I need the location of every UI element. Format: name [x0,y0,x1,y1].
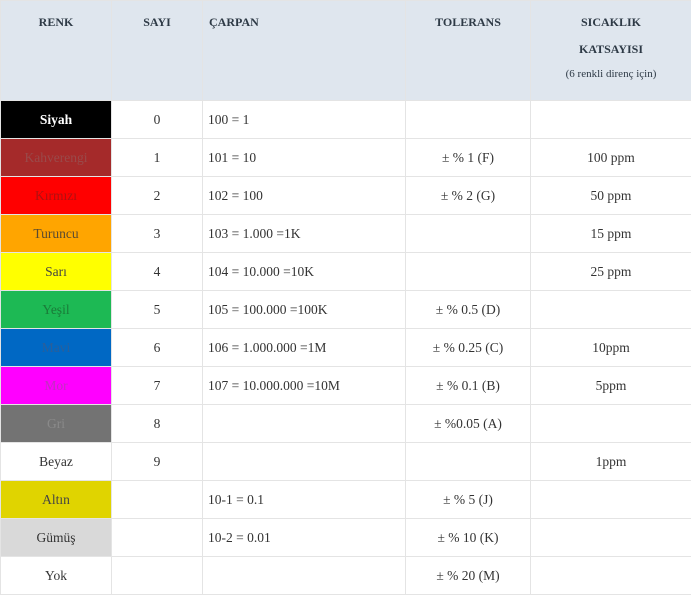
color-name-cell: Mor [1,367,112,405]
temperature-coefficient-cell [531,291,691,329]
color-name-cell: Kahverengi [1,139,112,177]
tolerance-cell [406,215,531,253]
multiplier-cell: 106 = 1.000.000 =1M [203,329,406,367]
tolerance-cell [406,101,531,139]
table-row: Beyaz9 1ppm [1,443,691,481]
color-name-cell: Altın [1,481,112,519]
temperature-coefficient-cell [531,405,691,443]
digit-cell: 2 [112,177,203,215]
color-name-cell: Siyah [1,101,112,139]
digit-cell: 8 [112,405,203,443]
table-row: Yeşil5105 = 100.000 =100K± % 0.5 (D) [1,291,691,329]
multiplier-cell: 104 = 10.000 =10K [203,253,406,291]
tolerance-cell: ± % 2 (G) [406,177,531,215]
table-header: RENK SAYI ÇARPAN TOLERANS SICAKLIK KATSA… [1,1,691,101]
digit-cell [112,481,203,519]
multiplier-cell: 100 = 1 [203,101,406,139]
header-temp-note: (6 renkli direnç için) [535,63,687,85]
digit-cell [112,557,203,595]
header-tolerance: TOLERANS [406,1,531,101]
tolerance-cell: ± % 0.5 (D) [406,291,531,329]
table-row: Gri8 ± %0.05 (A) [1,405,691,443]
multiplier-cell: 101 = 10 [203,139,406,177]
multiplier-cell [203,557,406,595]
temperature-coefficient-cell: 15 ppm [531,215,691,253]
multiplier-cell: 103 = 1.000 =1K [203,215,406,253]
color-name-cell: Gri [1,405,112,443]
header-number: SAYI [112,1,203,101]
header-temp-line1: SICAKLIK [581,15,641,29]
header-temp-line2: KATSAYISI [579,42,643,56]
multiplier-cell: 107 = 10.000.000 =10M [203,367,406,405]
temperature-coefficient-cell [531,481,691,519]
digit-cell: 7 [112,367,203,405]
temperature-coefficient-cell: 5ppm [531,367,691,405]
temperature-coefficient-cell: 50 ppm [531,177,691,215]
tolerance-cell: ± % 0.25 (C) [406,329,531,367]
digit-cell: 9 [112,443,203,481]
table-row: Altın 10-1 = 0.1± % 5 (J) [1,481,691,519]
multiplier-cell: 10-1 = 0.1 [203,481,406,519]
digit-cell: 0 [112,101,203,139]
multiplier-cell [203,443,406,481]
tolerance-cell [406,443,531,481]
table-row: Siyah0100 = 1 [1,101,691,139]
color-name-cell: Beyaz [1,443,112,481]
table-row: Gümüş 10-2 = 0.01± % 10 (K) [1,519,691,557]
tolerance-cell: ± % 5 (J) [406,481,531,519]
color-name-cell: Turuncu [1,215,112,253]
resistor-color-code-table: RENK SAYI ÇARPAN TOLERANS SICAKLIK KATSA… [0,0,691,595]
temperature-coefficient-cell [531,519,691,557]
digit-cell [112,519,203,557]
temperature-coefficient-cell: 10ppm [531,329,691,367]
temperature-coefficient-cell [531,101,691,139]
table-row: Mavi6106 = 1.000.000 =1M± % 0.25 (C)10pp… [1,329,691,367]
tolerance-cell: ± % 20 (M) [406,557,531,595]
color-name-cell: Sarı [1,253,112,291]
color-name-cell: Yeşil [1,291,112,329]
digit-cell: 1 [112,139,203,177]
digit-cell: 4 [112,253,203,291]
color-name-cell: Yok [1,557,112,595]
multiplier-cell: 102 = 100 [203,177,406,215]
color-name-cell: Gümüş [1,519,112,557]
digit-cell: 3 [112,215,203,253]
table-row: Mor7107 = 10.000.000 =10M± % 0.1 (B)5ppm [1,367,691,405]
temperature-coefficient-cell: 1ppm [531,443,691,481]
tolerance-cell: ± % 1 (F) [406,139,531,177]
header-row: RENK SAYI ÇARPAN TOLERANS SICAKLIK KATSA… [1,1,691,101]
table-row: Sarı4104 = 10.000 =10K 25 ppm [1,253,691,291]
tolerance-cell [406,253,531,291]
temperature-coefficient-cell: 100 ppm [531,139,691,177]
temperature-coefficient-cell [531,557,691,595]
header-temperature-coefficient: SICAKLIK KATSAYISI (6 renkli direnç için… [531,1,691,101]
tolerance-cell: ± % 0.1 (B) [406,367,531,405]
tolerance-cell: ± % 10 (K) [406,519,531,557]
header-color: RENK [1,1,112,101]
multiplier-cell: 105 = 100.000 =100K [203,291,406,329]
multiplier-cell: 10-2 = 0.01 [203,519,406,557]
table-body: Siyah0100 = 1Kahverengi1101 = 10± % 1 (F… [1,101,691,595]
tolerance-cell: ± %0.05 (A) [406,405,531,443]
table-row: Yok ± % 20 (M) [1,557,691,595]
table-row: Turuncu3103 = 1.000 =1K 15 ppm [1,215,691,253]
temperature-coefficient-cell: 25 ppm [531,253,691,291]
header-multiplier: ÇARPAN [203,1,406,101]
multiplier-cell [203,405,406,443]
table-row: Kahverengi1101 = 10± % 1 (F)100 ppm [1,139,691,177]
color-name-cell: Kırmızı [1,177,112,215]
table-row: Kırmızı2102 = 100± % 2 (G)50 ppm [1,177,691,215]
color-name-cell: Mavi [1,329,112,367]
digit-cell: 6 [112,329,203,367]
digit-cell: 5 [112,291,203,329]
